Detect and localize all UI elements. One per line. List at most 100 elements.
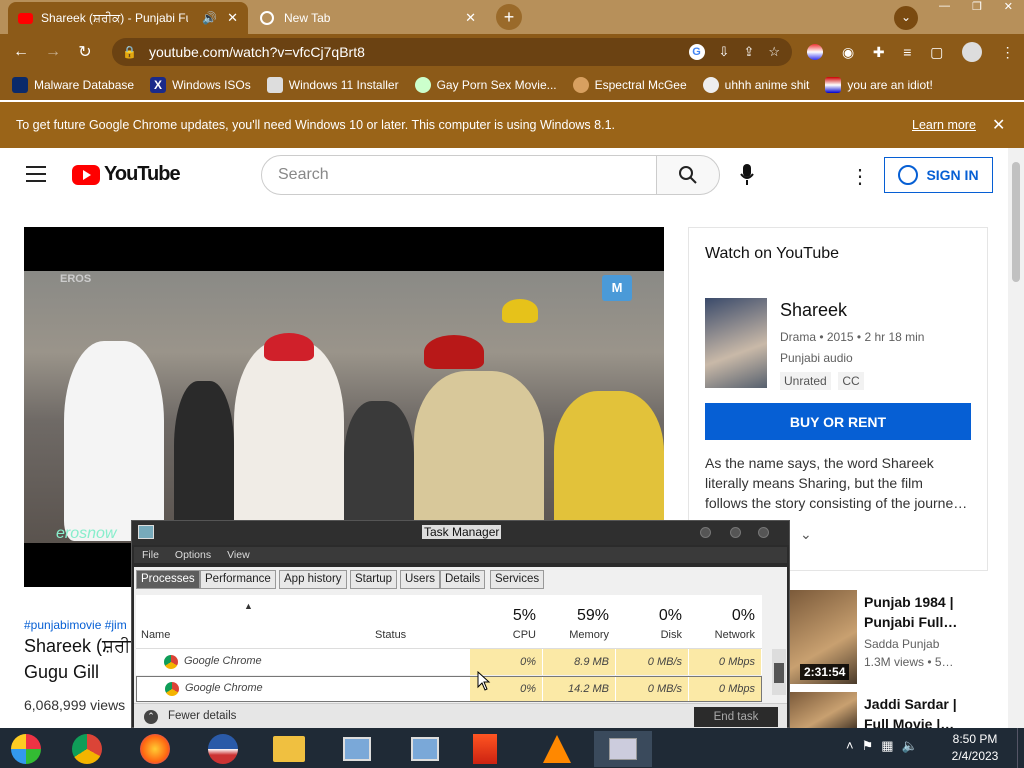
- taskbar-task-manager[interactable]: [594, 731, 652, 767]
- network-icon[interactable]: ▦: [881, 738, 893, 754]
- taskbar-vlc[interactable]: [528, 731, 586, 767]
- menu-file[interactable]: File: [142, 549, 159, 561]
- new-tab-button[interactable]: +: [496, 4, 522, 30]
- taskbar-campaign-app[interactable]: [194, 731, 252, 767]
- bookmark-item[interactable]: uhhh anime shit: [702, 77, 809, 93]
- taskbar-computer-2[interactable]: [396, 731, 454, 767]
- tab-performance[interactable]: Performance: [200, 570, 276, 589]
- bookmark-star-icon[interactable]: ☆: [768, 44, 780, 60]
- google-icon[interactable]: G: [688, 44, 705, 60]
- movie-title[interactable]: Shareek: [780, 300, 847, 321]
- tab-services[interactable]: Services: [490, 570, 545, 589]
- close-tab-icon[interactable]: ✕: [465, 10, 476, 26]
- install-icon[interactable]: ⇩: [719, 44, 730, 60]
- view-count: 6,068,999 views: [24, 697, 126, 713]
- bookmark-item[interactable]: Windows 11 Installer: [266, 77, 399, 93]
- expand-chevron-icon[interactable]: ⌄: [800, 526, 812, 543]
- share-icon[interactable]: ⇪: [743, 44, 754, 60]
- hamburger-menu-icon[interactable]: [26, 166, 46, 182]
- table-scrollbar[interactable]: [772, 649, 786, 695]
- column-network[interactable]: Network: [689, 629, 755, 641]
- minimize-icon[interactable]: [700, 527, 711, 538]
- close-infobar-icon[interactable]: ✕: [992, 115, 1005, 135]
- address-bar[interactable]: 🔒 youtube.com/watch?v=vfcCj7qBrt8 G ⇩ ⇪ …: [112, 38, 792, 66]
- taskbar-media-app[interactable]: [456, 731, 514, 767]
- movie-chips: Unrated CC: [780, 372, 868, 390]
- bookmark-item[interactable]: you are an idiot!: [825, 77, 933, 93]
- taskbar-chrome[interactable]: [58, 731, 116, 767]
- tab-new-tab[interactable]: New Tab ✕: [250, 2, 486, 34]
- bookmark-item[interactable]: Espectral McGee: [572, 77, 687, 93]
- recommendation-title[interactable]: Punjab 1984 | Punjabi Full…: [864, 592, 957, 632]
- taskbar-computer[interactable]: [328, 731, 386, 767]
- side-panel-icon[interactable]: ▢: [930, 44, 943, 61]
- flag-icon[interactable]: ⚑: [862, 738, 874, 754]
- menu-options[interactable]: Options: [175, 549, 211, 561]
- start-button[interactable]: [0, 731, 52, 767]
- end-task-button[interactable]: End task: [694, 707, 778, 727]
- more-options-icon[interactable]: ⋮: [850, 164, 870, 189]
- movie-poster[interactable]: [705, 298, 767, 388]
- tab-startup[interactable]: Startup: [350, 570, 398, 589]
- column-memory[interactable]: Memory: [543, 629, 609, 641]
- extension-icon[interactable]: [807, 44, 824, 60]
- tab-processes[interactable]: Processes: [136, 570, 200, 589]
- collapse-chevron-icon[interactable]: ⌃: [144, 710, 158, 724]
- column-status[interactable]: Status: [375, 629, 406, 641]
- bookmark-item[interactable]: Gay Porn Sex Movie...: [414, 77, 557, 93]
- column-name[interactable]: Name: [141, 629, 170, 641]
- youtube-logo[interactable]: YouTube: [72, 163, 181, 186]
- column-cpu[interactable]: CPU: [470, 629, 536, 641]
- tab-details[interactable]: Details: [440, 570, 486, 589]
- close-tab-icon[interactable]: ✕: [227, 10, 238, 26]
- close-icon[interactable]: [758, 527, 769, 538]
- search-input[interactable]: Search: [261, 155, 657, 195]
- show-desktop-button[interactable]: [1017, 728, 1024, 768]
- puzzle-extensions-icon[interactable]: ✚: [873, 44, 885, 61]
- forward-icon[interactable]: →: [42, 43, 64, 61]
- task-manager-titlebar[interactable]: Task Manager: [132, 521, 789, 545]
- bookmark-item[interactable]: X Windows ISOs: [150, 77, 251, 93]
- media-queue-icon[interactable]: ≡: [903, 44, 911, 60]
- character-icon: [572, 77, 589, 93]
- video-hashtags[interactable]: #punjabimovie #jim: [24, 618, 127, 632]
- column-disk[interactable]: Disk: [616, 629, 682, 641]
- speaker-icon[interactable]: 🔊: [202, 11, 217, 25]
- table-row[interactable]: Google Chrome 0% 14.2 MB 0 MB/s 0 Mbps: [136, 676, 762, 702]
- network-percent: 0%: [731, 607, 755, 624]
- microphone-icon[interactable]: [740, 164, 754, 189]
- recommendation-channel[interactable]: Sadda Punjab: [864, 637, 939, 651]
- sign-in-button[interactable]: SIGN IN: [884, 157, 993, 193]
- taskbar-firefox[interactable]: [126, 731, 184, 767]
- fewer-details-link[interactable]: Fewer details: [168, 710, 236, 722]
- bookmark-item[interactable]: Malware Database: [12, 77, 134, 93]
- recommendation-thumbnail[interactable]: [790, 692, 857, 728]
- back-icon[interactable]: ←: [10, 43, 32, 61]
- tab-app-history[interactable]: App history: [279, 570, 347, 589]
- page-scrollbar[interactable]: [1008, 148, 1024, 728]
- sort-arrow-icon[interactable]: ▲: [244, 601, 253, 611]
- close-window-icon[interactable]: ✕: [1004, 0, 1013, 18]
- tab-users[interactable]: Users: [400, 570, 441, 589]
- table-row[interactable]: Google Chrome 0% 8.9 MB 0 MB/s 0 Mbps: [136, 649, 762, 675]
- chrome-menu-icon[interactable]: ⋮: [1001, 44, 1015, 61]
- volume-icon[interactable]: 🔈: [902, 738, 918, 754]
- scrollbar-thumb[interactable]: [1012, 162, 1020, 282]
- reload-icon[interactable]: ↻: [74, 42, 96, 62]
- menu-view[interactable]: View: [227, 549, 250, 561]
- scrollbar-thumb[interactable]: [774, 663, 784, 683]
- learn-more-link[interactable]: Learn more: [912, 118, 976, 132]
- search-button[interactable]: [656, 155, 720, 195]
- clock[interactable]: 8:50 PM 2/4/2023: [944, 731, 1006, 765]
- restore-icon[interactable]: ❐: [972, 0, 982, 18]
- show-hidden-icons-icon[interactable]: ˄: [846, 738, 854, 754]
- tab-search-icon[interactable]: ⌄: [894, 6, 918, 30]
- profile-extension-icon[interactable]: ◉: [842, 44, 854, 61]
- tab-youtube[interactable]: Shareek (ਸ਼ਰੀਕ) - Punjabi Full 🔊 ✕: [8, 2, 248, 34]
- buy-or-rent-button[interactable]: BUY OR RENT: [705, 403, 971, 440]
- minimize-icon[interactable]: —: [939, 0, 950, 18]
- maximize-icon[interactable]: [730, 527, 741, 538]
- avatar[interactable]: [961, 42, 982, 62]
- taskbar-file-explorer[interactable]: [260, 731, 318, 767]
- movie-description: As the name says, the word Shareek liter…: [705, 455, 968, 511]
